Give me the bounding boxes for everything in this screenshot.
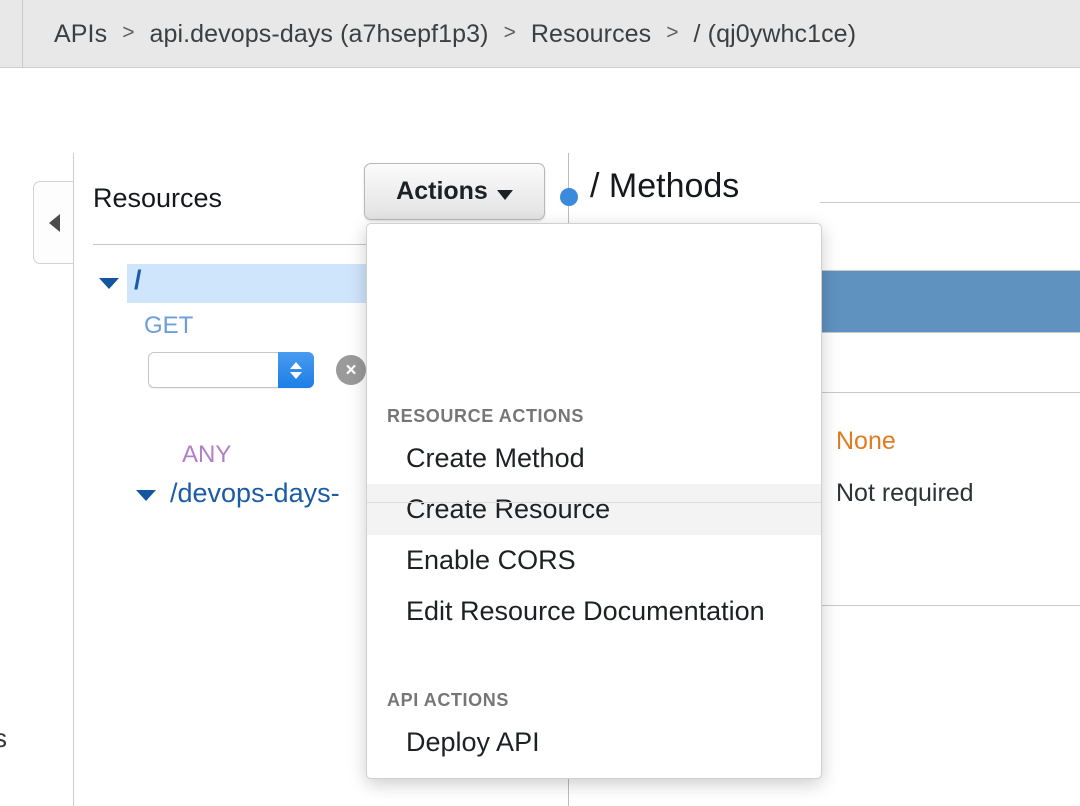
breadcrumb-item-apis[interactable]: APIs [54,20,107,49]
breadcrumb-bar: APIs > api.devops-days (a7hsepf1p3) > Re… [0,0,1080,68]
caret-up-icon [290,362,302,369]
detail-divider [820,332,1080,333]
methods-panel-title: / Methods [590,167,739,206]
detail-divider [820,392,1080,393]
stepper-updown-icon[interactable] [278,352,314,388]
menu-section-title-api-actions: API ACTIONS [367,690,509,711]
caret-down-icon [290,372,302,379]
detail-value-api-key: Not required [836,479,974,508]
page-body: s Resources / GET /devops-days- ANY × / … [0,68,1080,738]
menu-item-create-method[interactable]: Create Method [367,433,821,484]
detail-highlight-bar [820,271,1080,332]
breadcrumb: APIs > api.devops-days (a7hsepf1p3) > Re… [54,0,856,68]
detail-divider [820,605,1080,606]
caret-down-icon[interactable] [136,490,156,501]
caret-down-icon [497,190,513,200]
tree-node-root[interactable]: / [134,265,142,296]
tree-method-any[interactable]: ANY [182,441,231,469]
tree-method-get[interactable]: GET [144,312,193,340]
menu-section-title-resource-actions: RESOURCE ACTIONS [367,406,584,427]
actions-button-label: Actions [396,177,488,206]
menu-item-enable-cors[interactable]: Enable CORS [367,535,821,586]
resource-name-select[interactable] [148,352,314,388]
tree-node-devops-days[interactable]: /devops-days- [170,478,340,509]
caret-down-icon[interactable] [99,278,119,289]
breadcrumb-item-resources[interactable]: Resources [531,20,651,49]
sidebar-clipped-label: s [0,723,7,754]
node-dot-icon [560,188,578,206]
caret-left-icon [49,214,60,232]
close-circle-icon[interactable]: × [336,355,366,385]
detail-value-authorization: None [836,427,896,456]
menu-item-create-resource[interactable]: Create Resource [367,484,821,535]
menu-item-edit-resource-documentation[interactable]: Edit Resource Documentation [367,586,821,637]
actions-dropdown-menu: RESOURCE ACTIONS Create Method Create Re… [366,223,822,779]
detail-divider [820,202,1080,203]
menu-section-divider [367,502,821,503]
menu-item-import-api[interactable]: Import API [367,768,821,779]
menu-item-deploy-api[interactable]: Deploy API [367,717,821,768]
app-root: APIs > api.devops-days (a7hsepf1p3) > Re… [0,0,1080,738]
breadcrumb-item-api-name[interactable]: api.devops-days (a7hsepf1p3) [149,20,488,49]
actions-button[interactable]: Actions [364,163,545,220]
breadcrumb-separator: > [504,21,516,45]
breadcrumb-item-resource-id[interactable]: / (qj0ywhc1ce) [694,20,857,49]
breadcrumb-separator: > [666,21,678,45]
resources-panel-title: Resources [93,183,222,214]
breadcrumb-separator: > [122,21,134,45]
sidebar-collapse-button[interactable] [33,181,74,264]
